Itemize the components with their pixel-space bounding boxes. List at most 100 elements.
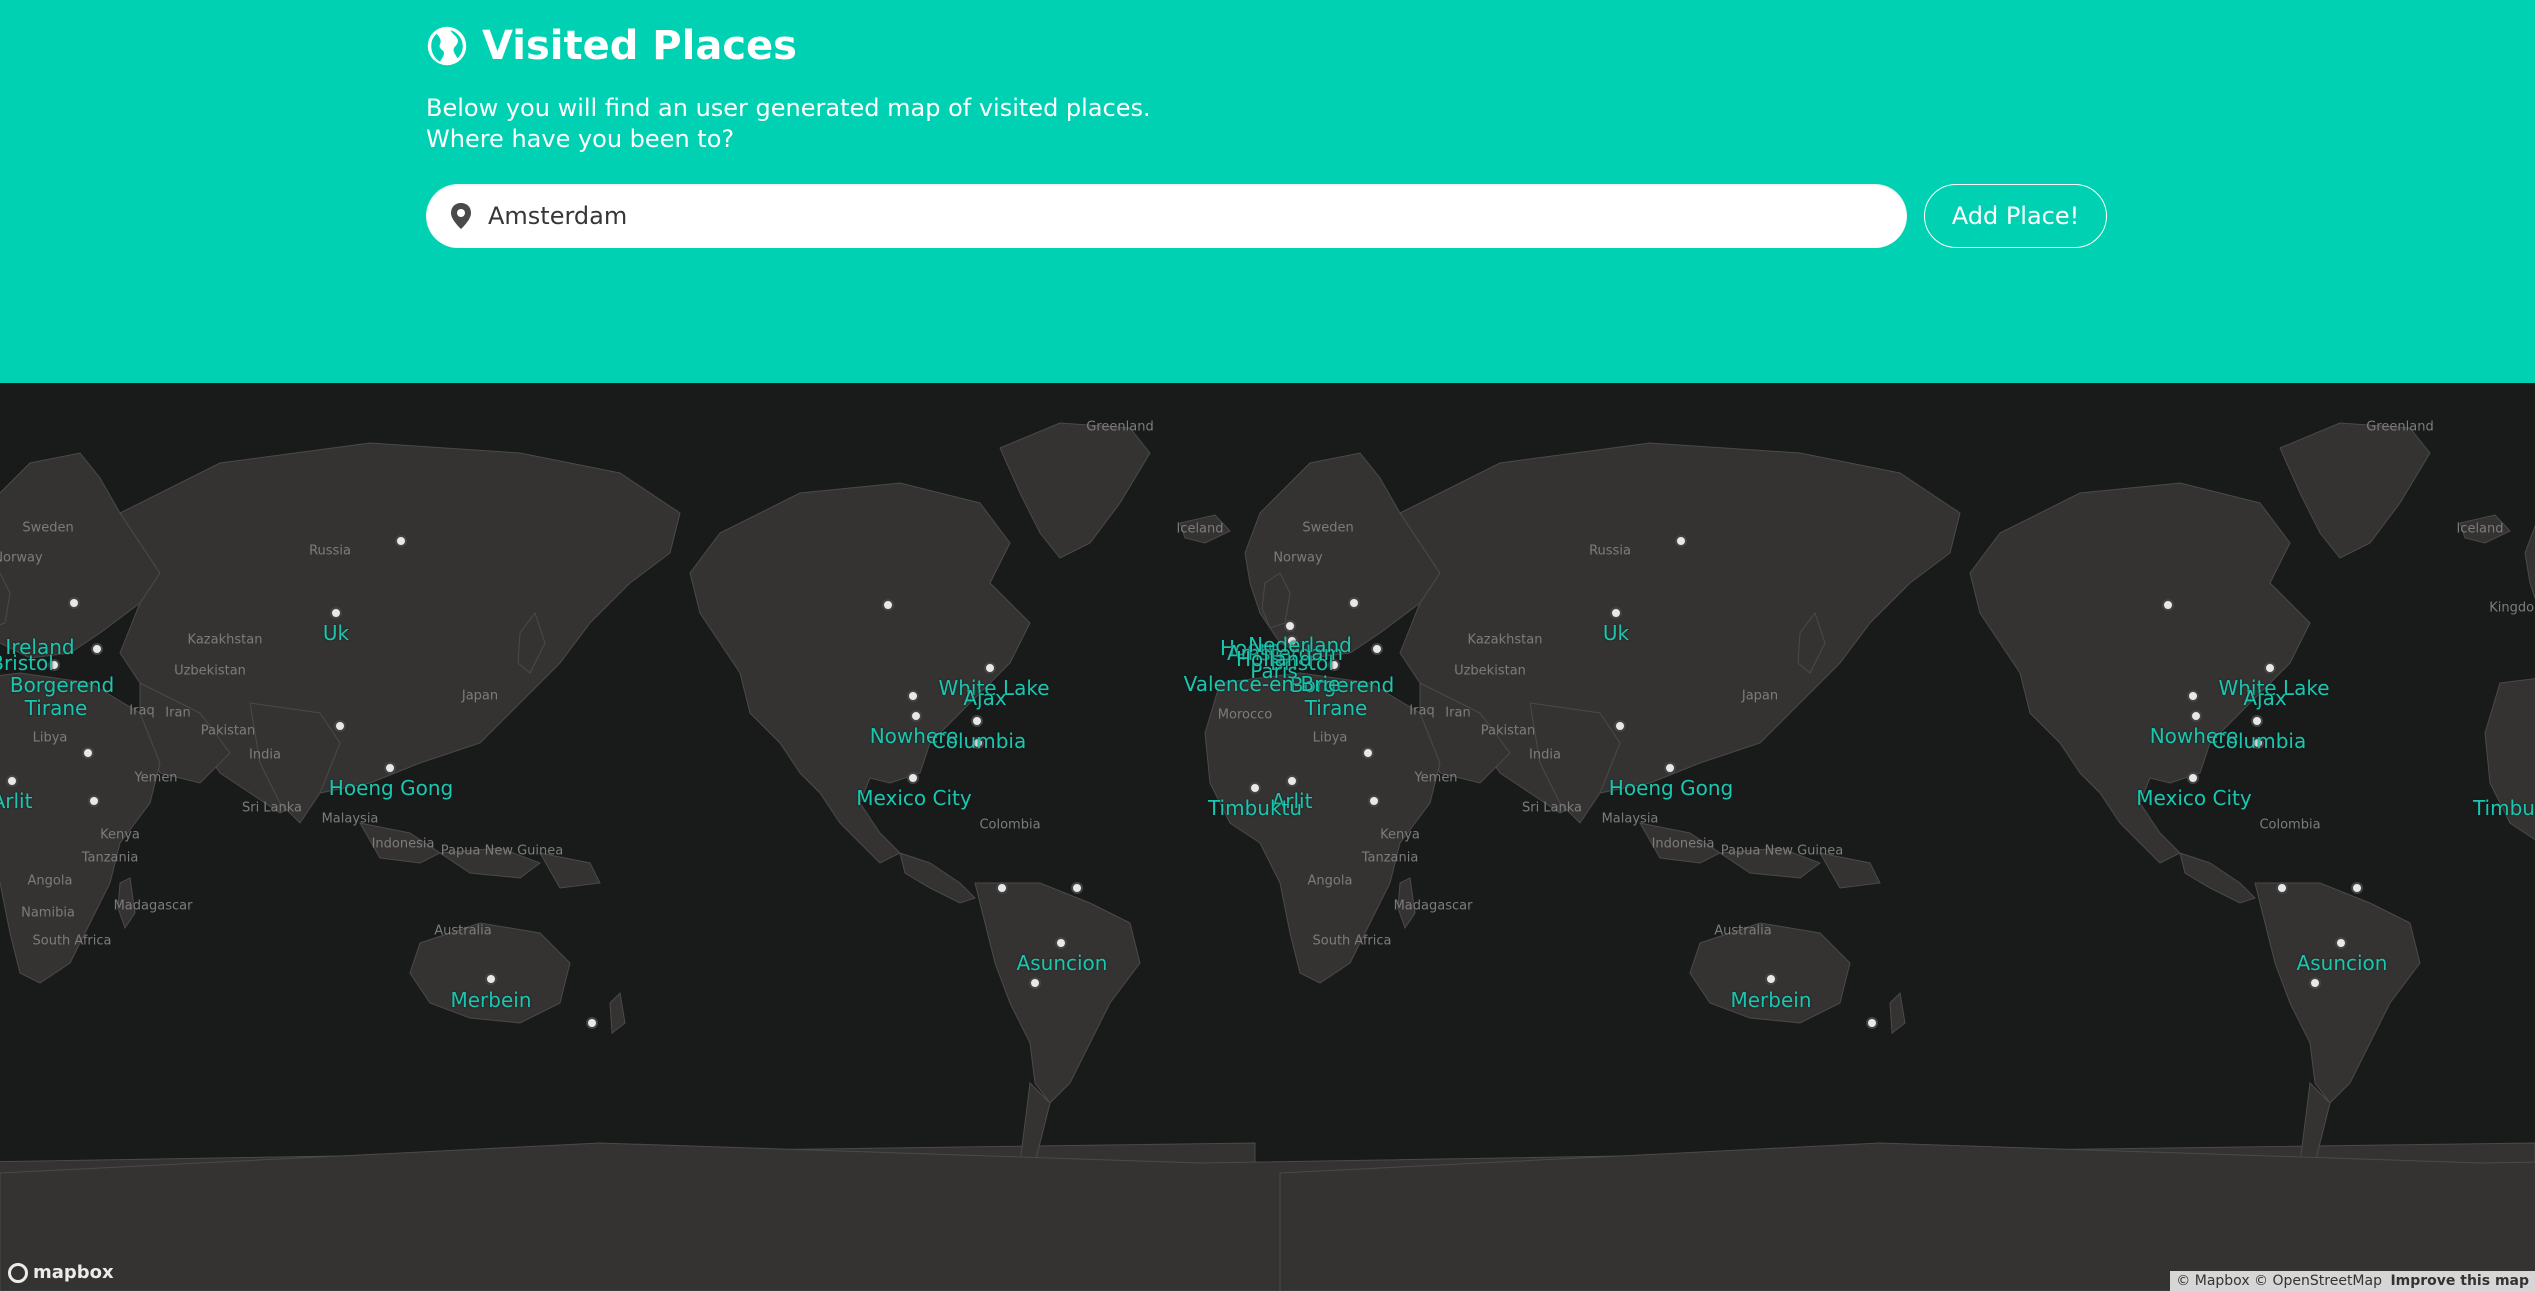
- place-search-field[interactable]: [426, 184, 1907, 248]
- map-attribution: © Mapbox © OpenStreetMap Improve this ma…: [2170, 1271, 2535, 1291]
- place-marker[interactable]: [384, 762, 396, 774]
- country-label: Iraq: [1409, 703, 1435, 719]
- place-marker[interactable]: [971, 715, 983, 727]
- mapbox-logo[interactable]: mapbox: [8, 1262, 114, 1283]
- place-marker[interactable]: [2335, 937, 2347, 949]
- country-label: Japan: [1741, 688, 1779, 704]
- place-marker[interactable]: [1249, 782, 1261, 794]
- country-label: Uzbekistan: [1454, 663, 1526, 679]
- place-marker[interactable]: [1866, 1017, 1878, 1029]
- place-marker[interactable]: [6, 775, 18, 787]
- place-label: Uk: [322, 621, 350, 645]
- place-marker[interactable]: [330, 607, 342, 619]
- country-label: Colombia: [2259, 817, 2321, 833]
- place-marker[interactable]: [91, 643, 103, 655]
- page-title: Visited Places: [426, 22, 797, 70]
- country-label: Iraq: [129, 703, 155, 719]
- country-label: Kazakhstan: [187, 632, 263, 648]
- place-marker[interactable]: [82, 747, 94, 759]
- place-marker[interactable]: [88, 795, 100, 807]
- country-label: Kenya: [100, 827, 140, 843]
- country-label: India: [249, 747, 281, 763]
- country-label: Tanzania: [81, 850, 139, 866]
- country-label: Libya: [32, 730, 68, 746]
- country-label: Sweden: [22, 520, 74, 536]
- country-label: Norway: [1273, 550, 1323, 566]
- country-label: Papua New Guinea: [440, 843, 564, 859]
- country-label: Australia: [434, 923, 492, 939]
- country-label: Greenland: [1086, 419, 1154, 435]
- add-place-button[interactable]: Add Place!: [1924, 184, 2107, 248]
- place-label: Tirane: [1304, 696, 1368, 720]
- place-label: Merbein: [1730, 988, 1812, 1012]
- place-label: Asuncion: [1016, 951, 1108, 975]
- country-label: Morocco: [1217, 707, 1273, 723]
- place-marker[interactable]: [910, 710, 922, 722]
- country-label: Tanzania: [1361, 850, 1419, 866]
- country-label: Norway: [0, 550, 43, 566]
- country-label: Russia: [1589, 543, 1631, 559]
- place-marker[interactable]: [68, 597, 80, 609]
- place-marker[interactable]: [882, 599, 894, 611]
- place-label: Timbuktu: [2472, 796, 2535, 820]
- country-label: Russia: [309, 543, 351, 559]
- place-marker[interactable]: [485, 973, 497, 985]
- place-label: Ajax: [963, 686, 1007, 710]
- place-input[interactable]: [488, 192, 1878, 240]
- country-label: Sweden: [1302, 520, 1354, 536]
- subtitle-line-1: Below you will find an user generated ma…: [426, 94, 1151, 122]
- place-marker[interactable]: [1362, 747, 1374, 759]
- country-label: Colombia: [979, 817, 1041, 833]
- place-marker[interactable]: [1664, 762, 1676, 774]
- place-marker[interactable]: [1029, 977, 1041, 989]
- place-label: Merbein: [450, 988, 532, 1012]
- place-marker[interactable]: [2162, 599, 2174, 611]
- improve-map-link[interactable]: Improve this map: [2390, 1273, 2529, 1289]
- country-label: Madagascar: [113, 898, 193, 914]
- country-label: India: [1529, 747, 1561, 763]
- place-label: Columbia: [2211, 729, 2307, 753]
- place-marker[interactable]: [984, 662, 996, 674]
- place-marker[interactable]: [1765, 973, 1777, 985]
- place-marker[interactable]: [1071, 882, 1083, 894]
- place-label: Hoeng Gong: [328, 776, 454, 800]
- place-marker[interactable]: [1348, 597, 1360, 609]
- country-label: Malaysia: [1601, 811, 1659, 827]
- place-label: Mexico City: [856, 786, 972, 810]
- place-marker[interactable]: [1286, 775, 1298, 787]
- place-marker[interactable]: [395, 535, 407, 547]
- place-marker[interactable]: [1371, 643, 1383, 655]
- place-marker[interactable]: [1614, 720, 1626, 732]
- place-marker[interactable]: [2276, 882, 2288, 894]
- place-marker[interactable]: [1610, 607, 1622, 619]
- place-marker[interactable]: [1284, 620, 1296, 632]
- subtitle-line-2: Where have you been to?: [426, 125, 735, 153]
- country-label: Iceland: [1176, 521, 1224, 537]
- place-label: Timbuktu: [1207, 796, 1303, 820]
- place-marker[interactable]: [2351, 882, 2363, 894]
- place-marker[interactable]: [907, 690, 919, 702]
- place-marker[interactable]: [586, 1017, 598, 1029]
- title-text: Visited Places: [482, 23, 797, 69]
- country-label: Angola: [27, 873, 73, 889]
- country-label: Greenland: [2366, 419, 2434, 435]
- place-marker[interactable]: [907, 772, 919, 784]
- place-marker[interactable]: [1675, 535, 1687, 547]
- place-marker[interactable]: [2251, 715, 2263, 727]
- place-label: Ireland: [5, 635, 75, 659]
- world-map[interactable]: Sweden Norway Russia Kazakhstan Uzbekist…: [0, 383, 2535, 1291]
- place-marker[interactable]: [2187, 690, 2199, 702]
- place-marker[interactable]: [2187, 772, 2199, 784]
- globe-icon: [427, 26, 467, 66]
- place-marker[interactable]: [2309, 977, 2321, 989]
- place-marker[interactable]: [996, 882, 1008, 894]
- country-label: South Africa: [32, 933, 112, 949]
- place-marker[interactable]: [334, 720, 346, 732]
- place-marker[interactable]: [1055, 937, 1067, 949]
- country-label: Pakistan: [200, 723, 256, 739]
- place-marker[interactable]: [2264, 662, 2276, 674]
- place-marker[interactable]: [1368, 795, 1380, 807]
- place-marker[interactable]: [2190, 710, 2202, 722]
- header-section: Visited Places Below you will find an us…: [0, 0, 2535, 383]
- country-label: Namibia: [21, 905, 75, 921]
